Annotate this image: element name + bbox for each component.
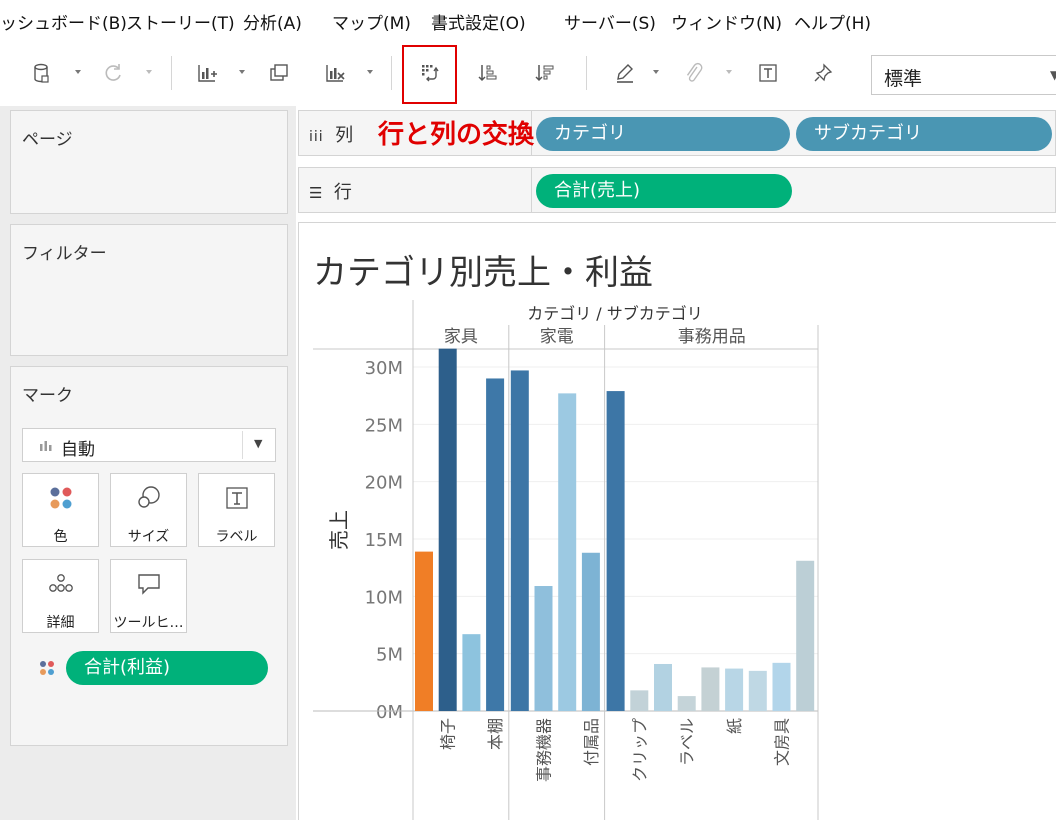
bar [701,667,720,711]
bar [606,391,625,711]
y-tick-label: 30M [365,358,403,379]
x-tick-label: クリップ [630,718,649,782]
x-tick-label: 文房具 [773,718,792,766]
group-header-label: 家電 [540,327,574,347]
bar [725,668,744,711]
bar [748,670,767,711]
bar [415,551,433,711]
x-tick-label: 紙 [725,718,744,734]
bar [486,378,505,711]
bar [534,586,553,711]
x-tick-label: ラベル [678,718,697,766]
x-tick-label: 事務機器 [535,718,554,782]
y-tick-label: 10M [365,587,403,608]
x-tick-label: 椅子 [439,718,458,750]
bar-chart: カテゴリ / サブカテゴリ 0M 5M 10M 15M 20M 25M 30M 売上椅子 本棚 家具… [313,300,819,820]
bar [558,393,577,711]
group-header-label: 事務用品 [678,327,746,347]
bar [438,348,457,711]
y-tick-label: 5M [376,645,403,666]
bar [630,690,649,711]
group-header-label: 家具 [444,327,478,347]
bar [510,370,529,711]
x-tick-label: 付属品 [582,718,601,766]
bar [772,662,791,711]
y-axis-label: 売上 [327,510,351,550]
bar [796,560,815,711]
bar [462,634,481,711]
y-tick-label: 15M [365,530,403,551]
bar [677,696,696,711]
y-tick-label: 0M [376,702,403,723]
y-tick-label: 25M [365,415,403,436]
bar [581,552,600,711]
header-title: カテゴリ / サブカテゴリ [527,304,703,323]
x-tick-label: 本棚 [486,718,505,750]
y-tick-label: 20M [365,473,403,494]
bar [654,663,672,711]
